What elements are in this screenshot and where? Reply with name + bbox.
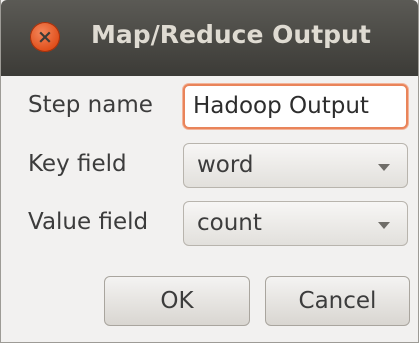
ok-button[interactable]: OK bbox=[104, 276, 250, 326]
step-name-input[interactable]: Hadoop Output bbox=[183, 84, 408, 129]
key-field-label: Key field bbox=[28, 151, 127, 177]
close-icon: × bbox=[37, 25, 53, 48]
value-field-label: Value field bbox=[28, 209, 149, 235]
chevron-down-icon bbox=[378, 222, 390, 229]
title-bar[interactable]: × Map/Reduce Output bbox=[1, 0, 418, 76]
step-name-label: Step name bbox=[28, 92, 153, 118]
value-field-dropdown[interactable]: count bbox=[183, 201, 408, 246]
dialog-title: Map/Reduce Output bbox=[91, 20, 371, 49]
value-field-value: count bbox=[197, 210, 262, 236]
close-button[interactable]: × bbox=[30, 22, 60, 52]
map-reduce-output-dialog: × Map/Reduce Output Step name Hadoop Out… bbox=[0, 0, 419, 343]
key-field-value: word bbox=[197, 152, 254, 178]
cancel-button[interactable]: Cancel bbox=[265, 276, 410, 326]
key-field-dropdown[interactable]: word bbox=[183, 143, 408, 188]
chevron-down-icon bbox=[378, 164, 390, 171]
